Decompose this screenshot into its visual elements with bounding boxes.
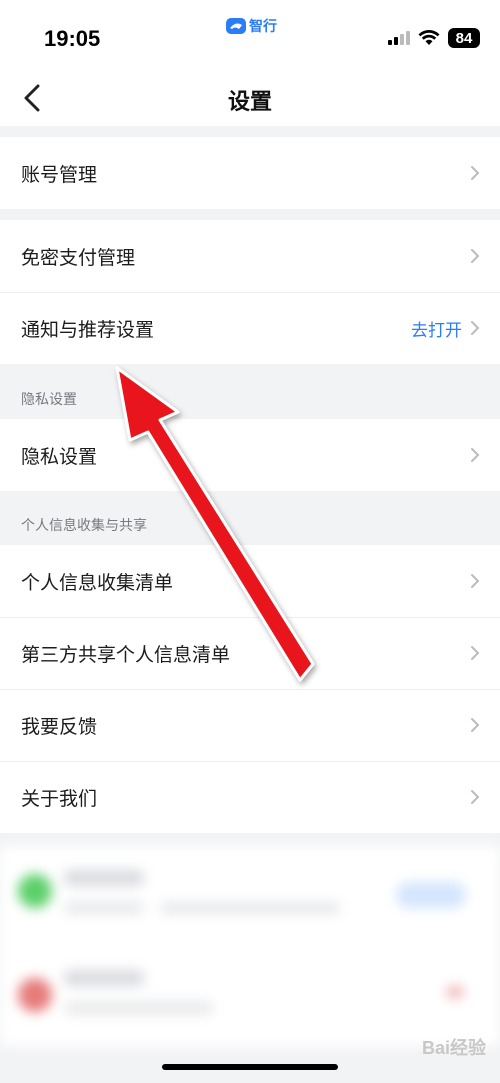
watermark: Bai经验 <box>421 1038 486 1058</box>
group-header-personal-info: 个人信息收集与共享 <box>21 518 147 534</box>
row-label: 关于我们 <box>21 787 98 810</box>
row-notification-settings[interactable]: 通知与推荐设置 去打开 <box>0 292 500 364</box>
wifi-icon <box>418 30 440 45</box>
section-account: 账号管理 <box>0 137 500 209</box>
blurred-red-icon <box>18 978 52 1012</box>
status-icons: 84 <box>388 28 480 48</box>
open-action-link[interactable]: 去打开 <box>411 316 462 341</box>
battery-icon: 84 <box>448 28 480 48</box>
app-logo-icon <box>226 18 246 34</box>
chevron-right-icon <box>471 166 480 180</box>
status-time: 19:05 <box>44 26 101 51</box>
section-payment-notification: 免密支付管理 通知与推荐设置 去打开 <box>0 220 500 364</box>
chevron-right-icon <box>471 448 480 462</box>
blurred-content <box>0 846 500 1046</box>
group-header-privacy: 隐私设置 <box>21 392 77 408</box>
row-label: 隐私设置 <box>21 445 98 468</box>
blurred-green-icon <box>18 874 52 908</box>
row-feedback[interactable]: 我要反馈 <box>0 689 500 761</box>
section-personal-info: 个人信息收集清单 第三方共享个人信息清单 我要反馈 关于我们 <box>0 545 500 833</box>
blurred-text <box>64 870 144 886</box>
row-label: 我要反馈 <box>21 715 98 738</box>
row-label: 账号管理 <box>21 163 98 186</box>
row-privacy-settings[interactable]: 隐私设置 <box>0 419 500 491</box>
chevron-right-icon <box>471 646 480 660</box>
row-password-free-payment[interactable]: 免密支付管理 <box>0 220 500 292</box>
row-label: 第三方共享个人信息清单 <box>21 643 231 666</box>
blurred-text <box>64 902 144 914</box>
blurred-text <box>160 902 340 914</box>
row-about-us[interactable]: 关于我们 <box>0 761 500 833</box>
app-name: 智行 <box>249 19 277 35</box>
signal-icon <box>388 31 410 45</box>
chevron-right-icon <box>471 249 480 263</box>
chevron-right-icon <box>471 321 480 335</box>
row-label: 通知与推荐设置 <box>21 318 155 341</box>
blurred-text <box>64 1002 214 1014</box>
row-personal-info-list[interactable]: 个人信息收集清单 <box>0 545 500 617</box>
home-indicator <box>162 1064 338 1070</box>
chevron-right-icon <box>471 790 480 804</box>
row-label: 个人信息收集清单 <box>21 571 174 594</box>
chevron-right-icon <box>471 718 480 732</box>
status-bar: 19:05 智行 84 <box>0 0 500 70</box>
blurred-button <box>396 882 466 908</box>
section-privacy: 隐私设置 <box>0 419 500 491</box>
status-app-indicator: 智行 <box>226 16 277 36</box>
page-title: 设置 <box>227 90 272 115</box>
blurred-text <box>64 970 144 986</box>
row-third-party-sharing-list[interactable]: 第三方共享个人信息清单 <box>0 617 500 689</box>
row-label: 免密支付管理 <box>21 246 136 269</box>
row-account-management[interactable]: 账号管理 <box>0 137 500 209</box>
chevron-right-icon <box>471 574 480 588</box>
nav-bar: 设置 <box>0 70 500 126</box>
blurred-mark <box>446 986 464 998</box>
